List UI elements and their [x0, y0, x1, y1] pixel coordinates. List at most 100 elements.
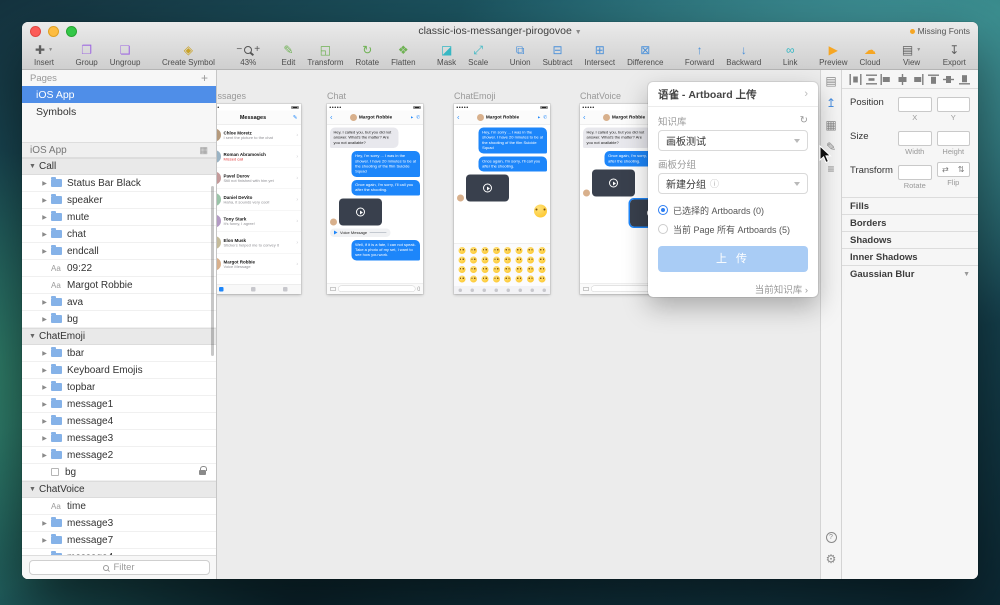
emoji-key[interactable] [470, 257, 477, 264]
flip-horizontal-button[interactable]: ⇄ [942, 165, 949, 174]
tab-settings[interactable] [283, 287, 288, 292]
zoom-out-button[interactable]: − [236, 45, 242, 55]
size-width-input[interactable] [898, 131, 932, 146]
disclosure-icon[interactable]: ▶ [40, 299, 49, 306]
disclosure-icon[interactable]: ▶ [40, 435, 49, 442]
emoji-key[interactable] [481, 257, 488, 264]
disclosure-icon[interactable]: ▶ [40, 231, 49, 238]
toolbar-difference[interactable]: ⊠Difference [627, 43, 663, 67]
video-message[interactable] [466, 175, 509, 202]
artboard-messages[interactable]: Messages✎CChloe MoretzI sent the picture… [217, 104, 301, 294]
position-x-input[interactable] [898, 97, 932, 112]
keyboard-category-icon[interactable] [494, 288, 498, 292]
disclosure-icon[interactable]: ▶ [40, 520, 49, 527]
layer-message3[interactable]: ▶message3 [22, 515, 216, 532]
emoji-key[interactable] [504, 247, 511, 254]
toolbar-transform[interactable]: ◱Transform [307, 43, 343, 67]
disclosure-icon[interactable]: ▶ [40, 214, 49, 221]
emoji-key[interactable] [516, 257, 523, 264]
zoom-in-button[interactable]: + [254, 45, 260, 55]
filter-input[interactable]: Filter [29, 560, 210, 575]
microphone-icon[interactable] [418, 287, 421, 292]
artboard-title-messages[interactable]: Messages [217, 91, 246, 101]
refresh-icon[interactable]: ↻ [800, 115, 808, 126]
layer-chat[interactable]: ▶chat [22, 226, 216, 243]
conversation-row[interactable]: DDaniel DeVitoHaha, it sounds very cool!… [217, 189, 301, 211]
disclosure-icon[interactable]: ▶ [40, 367, 49, 374]
emoji-key[interactable] [458, 266, 465, 273]
help-icon[interactable]: ? [826, 532, 837, 543]
inspector-section-fills[interactable]: Fills [842, 197, 978, 214]
missing-fonts-badge[interactable]: Missing Fonts [910, 26, 970, 36]
disclosure-icon[interactable]: ▶ [40, 316, 49, 323]
align-center-horizontal-icon[interactable] [896, 74, 909, 85]
distribute-horizontal-icon[interactable] [849, 74, 862, 85]
conversation-row[interactable]: EElon MuskStickers helped me to convey i… [217, 232, 301, 254]
emoji-key[interactable] [481, 276, 488, 283]
flip-vertical-button[interactable]: ⇅ [958, 165, 965, 174]
toolbar-ungroup[interactable]: ❏Ungroup [110, 43, 141, 67]
align-top-icon[interactable] [927, 74, 940, 85]
layer-call[interactable]: ▼Call [22, 158, 216, 175]
distribute-vertical-icon[interactable] [865, 74, 878, 85]
inspector-section-shadows[interactable]: Shadows [842, 231, 978, 248]
keyboard-category-icon[interactable] [542, 288, 546, 292]
panel-icon[interactable]: ▤ [825, 75, 836, 87]
back-icon[interactable]: ‹ [330, 114, 333, 122]
disclosure-icon[interactable]: ▶ [40, 418, 49, 425]
toolbar-mask[interactable]: ◪Mask [437, 43, 456, 67]
toolbar-export[interactable]: ↧Export [943, 43, 966, 67]
size-height-input[interactable] [937, 131, 971, 146]
emoji-key[interactable] [481, 247, 488, 254]
align-bottom-icon[interactable] [958, 74, 971, 85]
emoji-key[interactable] [458, 276, 465, 283]
emoji-key[interactable] [458, 247, 465, 254]
emoji-key[interactable] [516, 266, 523, 273]
artboard-title-chat[interactable]: Chat [327, 91, 346, 101]
keyboard-category-icon[interactable] [482, 288, 486, 292]
keyboard-category-icon[interactable] [506, 288, 510, 292]
layer-speaker[interactable]: ▶speaker [22, 192, 216, 209]
titlebar[interactable]: classic-ios-messanger-pirogovoe ▼ Missin… [22, 22, 978, 40]
inspector-section-borders[interactable]: Borders [842, 214, 978, 231]
emoji-key[interactable] [527, 266, 534, 273]
keyboard-category-icon[interactable] [530, 288, 534, 292]
layer-endcall[interactable]: ▶endcall [22, 243, 216, 260]
toolbar-backward[interactable]: ↓Backward [726, 43, 761, 67]
toolbar-intersect[interactable]: ⊞Intersect [584, 43, 615, 67]
emoji-key[interactable] [527, 257, 534, 264]
layer-message1[interactable]: ▶message1 [22, 396, 216, 413]
rotate-input[interactable] [898, 165, 932, 180]
layer-message3[interactable]: ▶message3 [22, 430, 216, 447]
upload-icon[interactable]: ↥ [826, 97, 836, 109]
minimize-button[interactable] [48, 26, 59, 37]
emoji-key[interactable] [493, 247, 500, 254]
emoji-key[interactable] [458, 257, 465, 264]
layer-time[interactable]: Aatime [22, 498, 216, 515]
layer-chatemoji[interactable]: ▼ChatEmoji [22, 328, 216, 345]
toolbar-flatten[interactable]: ❖Flatten [391, 43, 415, 67]
inspector-section-gaussian-blur[interactable]: Gaussian Blur▼ [842, 265, 978, 282]
disclosure-icon[interactable]: ▶ [40, 537, 49, 544]
toolbar-rotate[interactable]: ↻Rotate [356, 43, 380, 67]
sidebar-scrollbar[interactable] [211, 186, 214, 356]
artboard-title-chatemoji[interactable]: ChatEmoji [454, 91, 496, 101]
upload-button[interactable]: 上 传 [658, 246, 808, 272]
disclosure-open-icon[interactable]: ▼ [28, 333, 37, 340]
emoji-key[interactable] [504, 276, 511, 283]
tab-contacts[interactable] [251, 287, 256, 292]
artboard-chat[interactable]: ‹Margot Robbie▸✆Hey, I called you, but y… [327, 104, 423, 294]
gear-icon[interactable]: ⚙ [826, 553, 837, 565]
tab-chats[interactable] [219, 287, 224, 292]
toolbar-view[interactable]: ▤▼View [902, 43, 921, 67]
layer-status-bar-black[interactable]: ▶Status Bar Black [22, 175, 216, 192]
video-call-icon[interactable]: ▸ [538, 115, 540, 121]
camera-icon[interactable] [583, 287, 589, 291]
disclosure-icon[interactable]: ▶ [40, 197, 49, 204]
conversation-row[interactable]: TTony StarkIt's funny, I agree!› [217, 211, 301, 233]
dialog-header[interactable]: 语雀 - Artboard 上传 › [648, 82, 818, 107]
emoji-key[interactable] [470, 247, 477, 254]
disclosure-icon[interactable]: ▶ [40, 452, 49, 459]
align-right-icon[interactable] [911, 74, 924, 85]
layer-ava[interactable]: ▶ava [22, 294, 216, 311]
